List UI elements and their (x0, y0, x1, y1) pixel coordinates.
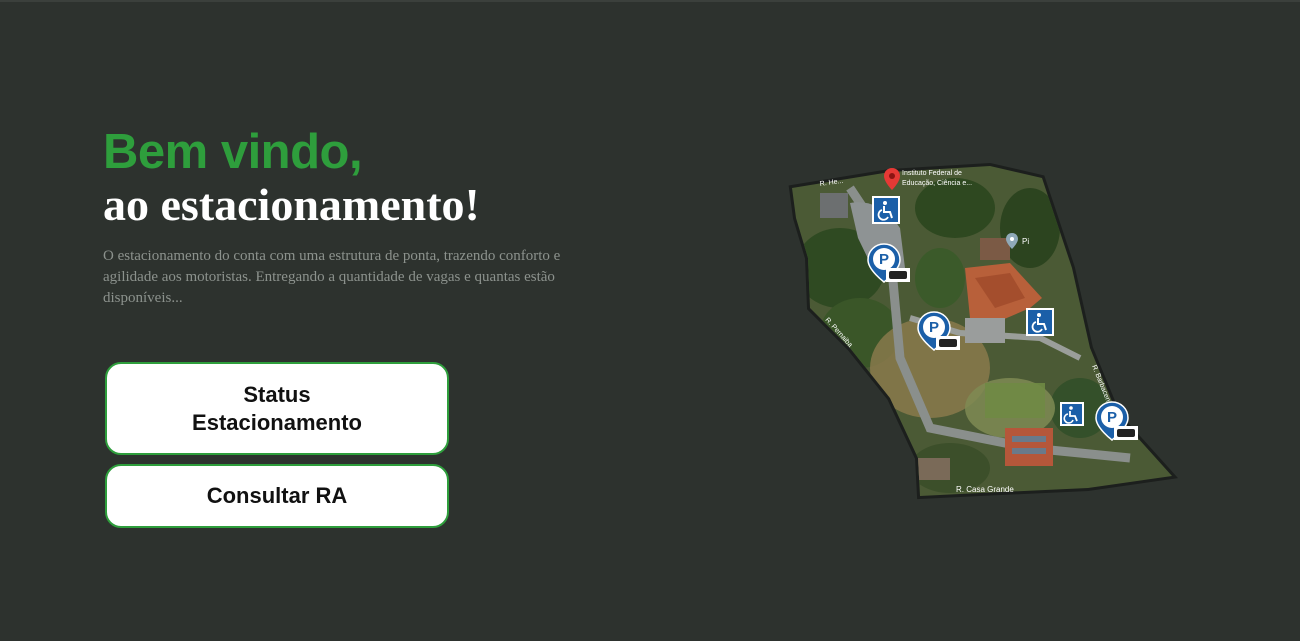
status-parking-button[interactable]: Status Estacionamento (105, 362, 449, 455)
wheelchair-icon (1060, 402, 1084, 426)
street-bottom-label: R. Casa Grande (956, 485, 1014, 494)
hero-section: Bem vindo, ao estacionamento! O estacion… (103, 124, 623, 324)
campus-map: R. He... R. Pernaiba R. Barbacena R. Cas… (780, 158, 1180, 503)
status-parking-button-label: Status Estacionamento (192, 381, 362, 435)
marker-label-line1: Instituto Federal de (902, 170, 962, 177)
wheelchair-icon (872, 196, 900, 224)
parking-heading: ao estacionamento! (103, 179, 480, 230)
parking-symbol: P (929, 319, 939, 336)
parking-symbol: P (1107, 409, 1117, 426)
welcome-heading: Bem vindo, (103, 125, 363, 179)
poi-label: Pi (1022, 237, 1029, 246)
consult-ra-button-label: Consultar RA (206, 483, 348, 508)
wheelchair-icon (1026, 308, 1054, 336)
hero-description: O estacionamento do conta com uma estrut… (103, 248, 561, 306)
parking-symbol: P (879, 251, 889, 268)
top-border (0, 0, 1300, 2)
consult-ra-button[interactable]: Consultar RA (105, 464, 449, 528)
marker-label-line2: Educação, Ciência e... (902, 180, 972, 187)
